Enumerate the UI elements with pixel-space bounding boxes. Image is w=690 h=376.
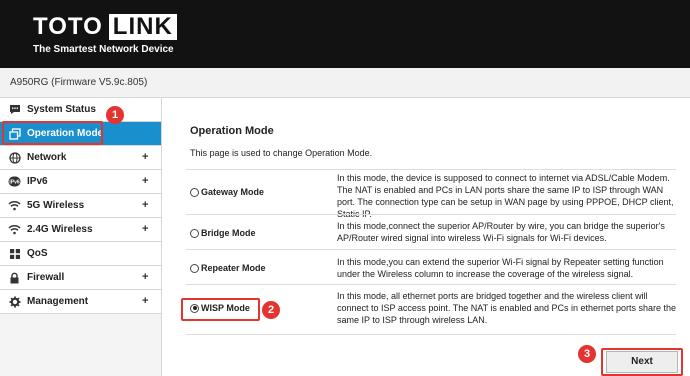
wifi-icon (8, 224, 21, 236)
radio-button[interactable] (190, 228, 199, 238)
divider (186, 284, 676, 285)
logo-text-left: TOTO (33, 13, 103, 40)
totolink-logo: TOTO LINK The Smartest Network Device (33, 13, 177, 55)
lock-icon (8, 272, 21, 284)
expand-plus-icon: + (142, 199, 149, 211)
repeater-mode-description: In this mode,you can extend the superior… (337, 257, 664, 279)
wifi-icon (8, 200, 21, 212)
sidebar-item-network[interactable]: Network + (0, 146, 161, 170)
sidebar-item-label: IPv6 (27, 176, 48, 187)
sidebar-item-label: 2.4G Wireless (27, 224, 93, 235)
gateway-mode-description: In this mode, the device is supposed to … (337, 173, 674, 219)
sidebar-item-ipv6[interactable]: IPv6 IPv6 + (0, 170, 161, 194)
divider (186, 169, 676, 170)
wisp-mode-description: In this mode, all ethernet ports are bri… (337, 291, 677, 325)
logo-tagline: The Smartest Network Device (33, 44, 174, 55)
firmware-bar: A950RG (Firmware V5.9c.805) (0, 68, 690, 98)
divider (186, 214, 676, 215)
sidebar-item-qos[interactable]: QoS (0, 242, 161, 266)
logo-text-right: LINK (108, 14, 177, 40)
page-description: This page is used to change Operation Mo… (190, 148, 373, 158)
highlight-wisp-mode (181, 298, 260, 321)
step-marker-3: 3 (578, 345, 596, 363)
bridge-mode-description: In this mode,connect the superior AP/Rou… (337, 221, 665, 243)
expand-plus-icon: + (142, 151, 149, 163)
sidebar-item-label: QoS (27, 248, 48, 259)
sidebar-item-firewall[interactable]: Firewall + (0, 266, 161, 290)
mode-label-text: Bridge Mode (201, 228, 256, 238)
ipv6-icon: IPv6 (8, 176, 21, 188)
page-title: Operation Mode (190, 125, 274, 137)
step-marker-2: 2 (262, 301, 280, 319)
sidebar-item-2-4g-wireless[interactable]: 2.4G Wireless + (0, 218, 161, 242)
sidebar-item-label: Firewall (27, 272, 65, 283)
sidebar-item-5g-wireless[interactable]: 5G Wireless + (0, 194, 161, 218)
radio-gateway-mode[interactable]: Gateway Mode (190, 187, 264, 197)
radio-button[interactable] (190, 187, 199, 197)
expand-plus-icon: + (142, 295, 149, 307)
globe-icon (8, 152, 21, 164)
sidebar-item-label: System Status (27, 104, 96, 115)
header-bar: TOTO LINK The Smartest Network Device (0, 0, 690, 68)
radio-bridge-mode[interactable]: Bridge Mode (190, 228, 256, 238)
sidebar-item-system-status[interactable]: System Status (0, 98, 161, 122)
chat-icon (8, 104, 21, 116)
gear-icon (8, 296, 21, 308)
radio-button[interactable] (190, 263, 199, 273)
mode-label-text: Gateway Mode (201, 187, 265, 197)
radio-repeater-mode[interactable]: Repeater Mode (190, 263, 266, 273)
highlight-next-button (601, 348, 683, 376)
expand-plus-icon: + (142, 271, 149, 283)
expand-plus-icon: + (142, 175, 149, 187)
step-marker-1: 1 (106, 106, 124, 124)
sidebar-item-label: Management (27, 296, 89, 307)
sidebar-item-management[interactable]: Management + (0, 290, 161, 314)
divider (186, 249, 676, 250)
svg-text:IPv6: IPv6 (9, 180, 20, 186)
mode-label-text: Repeater Mode (201, 263, 266, 273)
highlight-operation-mode (2, 121, 103, 145)
divider (186, 334, 676, 335)
firmware-version: A950RG (Firmware V5.9c.805) (10, 77, 148, 88)
sidebar-item-label: 5G Wireless (27, 200, 85, 211)
expand-plus-icon: + (142, 223, 149, 235)
qos-icon (8, 248, 21, 260)
sidebar-item-label: Network (27, 152, 67, 163)
